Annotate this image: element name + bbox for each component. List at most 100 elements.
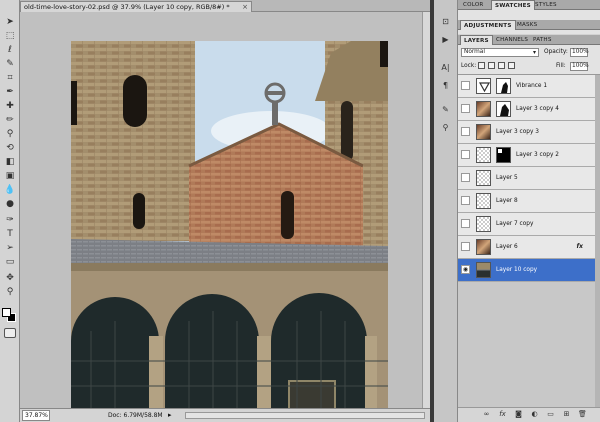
layer-mask-thumbnail[interactable]: [496, 147, 511, 163]
shape-tool-icon[interactable]: ▭: [3, 256, 17, 268]
lock-pixels-icon[interactable]: [488, 62, 495, 69]
opacity-label: Opacity:: [544, 49, 568, 55]
horizontal-scrollbar[interactable]: [185, 412, 425, 419]
layer-mask-thumbnail[interactable]: [496, 78, 511, 94]
crop-tool-icon[interactable]: ⌗: [3, 72, 17, 84]
paragraph-panel-icon[interactable]: ¶: [439, 80, 452, 92]
layer-thumbnail: [476, 101, 491, 117]
type-tool-icon[interactable]: T: [3, 228, 17, 240]
visibility-eye-icon[interactable]: [461, 196, 470, 205]
new-adjustment-icon[interactable]: ◐: [530, 410, 539, 419]
layer-name: Layer 8: [496, 198, 518, 204]
rotate-view-tool-icon[interactable]: ✥: [3, 272, 17, 284]
lock-position-icon[interactable]: [498, 62, 505, 69]
layers-scrollbar[interactable]: [595, 75, 600, 407]
pen-tool-icon[interactable]: ✑: [3, 214, 17, 226]
layer-row[interactable]: Layer 3 copy 4: [458, 98, 595, 121]
canvas-area[interactable]: [20, 12, 422, 418]
character-panel-icon[interactable]: A|: [439, 62, 452, 74]
tab-masks[interactable]: MASKS: [514, 20, 540, 30]
path-select-tool-icon[interactable]: ➢: [3, 242, 17, 254]
healing-brush-tool-icon[interactable]: ✚: [3, 100, 17, 112]
layer-name: Layer 3 copy 4: [516, 106, 559, 112]
document-tab[interactable]: old-time-love-story-02.psd @ 37.9% (Laye…: [20, 1, 252, 12]
eyedropper-tool-icon[interactable]: ✒: [3, 86, 17, 98]
tab-adjustments[interactable]: ADJUSTMENTS: [460, 20, 516, 30]
brush-tool-icon[interactable]: ✏: [3, 114, 17, 126]
layer-row[interactable]: Layer 7 copy: [458, 213, 595, 236]
actions-panel-icon[interactable]: ▶: [439, 34, 452, 46]
foreground-color-swatch[interactable]: [2, 308, 11, 317]
quick-select-tool-icon[interactable]: ✎: [3, 58, 17, 70]
zoom-tool-icon[interactable]: ⚲: [3, 286, 17, 298]
visibility-eye-icon[interactable]: [461, 219, 470, 228]
layer-style-icon[interactable]: fx: [498, 410, 507, 419]
add-mask-icon[interactable]: ◙: [514, 410, 523, 419]
move-tool-icon[interactable]: ➤: [3, 16, 17, 28]
layer-thumbnail: [476, 147, 491, 163]
layers-options: Normal ▾ Opacity: 100% Lock: Fill: 100%: [458, 45, 600, 75]
close-icon[interactable]: ×: [242, 2, 248, 12]
layer-thumbnail: [476, 193, 491, 209]
visibility-eye-icon[interactable]: [461, 173, 470, 182]
opacity-field[interactable]: 100%: [570, 48, 589, 57]
visibility-eye-icon[interactable]: [461, 150, 470, 159]
brushes-panel-icon[interactable]: ✎: [439, 104, 452, 116]
canvas-photo[interactable]: [71, 41, 388, 418]
eraser-tool-icon[interactable]: ◧: [3, 156, 17, 168]
tab-channels[interactable]: CHANNELS: [493, 35, 531, 45]
layer-name: Layer 10 copy: [496, 267, 538, 273]
link-layers-icon[interactable]: ∞: [482, 410, 491, 419]
status-menu-arrow-icon[interactable]: ▸: [168, 409, 172, 422]
history-panel-icon[interactable]: ⊡: [439, 16, 452, 28]
history-brush-tool-icon[interactable]: ⟲: [3, 142, 17, 154]
tab-layers[interactable]: LAYERS: [460, 35, 493, 45]
lasso-tool-icon[interactable]: ℓ: [3, 44, 17, 56]
visibility-eye-icon[interactable]: [461, 104, 470, 113]
zoom-level-field[interactable]: 37.87%: [22, 410, 50, 421]
layer-name: Vibrance 1: [516, 83, 548, 89]
clone-source-panel-icon[interactable]: ⚲: [439, 122, 452, 134]
gradient-tool-icon[interactable]: ▣: [3, 170, 17, 182]
tab-styles[interactable]: STYLES: [532, 0, 560, 10]
lock-all-icon[interactable]: [508, 62, 515, 69]
tab-color[interactable]: COLOR: [460, 0, 487, 10]
vertical-scrollbar[interactable]: [422, 12, 430, 408]
visibility-eye-icon[interactable]: ◉: [461, 265, 470, 274]
layer-effects-badge[interactable]: fx: [577, 243, 583, 250]
layer-thumbnail: [476, 239, 491, 255]
layer-row[interactable]: ◉ Layer 10 copy: [458, 259, 595, 282]
layer-mask-thumbnail[interactable]: [496, 101, 511, 117]
quick-mask-button[interactable]: [4, 328, 16, 338]
layer-row[interactable]: Layer 6 fx: [458, 236, 595, 259]
layer-row[interactable]: Vibrance 1: [458, 75, 595, 98]
tab-swatches[interactable]: SWATCHES: [491, 0, 535, 10]
layer-thumbnail: [476, 216, 491, 232]
visibility-eye-icon[interactable]: [461, 127, 470, 136]
visibility-eye-icon[interactable]: [461, 242, 470, 251]
blend-mode-value: Normal: [464, 49, 485, 55]
visibility-eye-icon[interactable]: [461, 81, 470, 90]
blur-tool-icon[interactable]: 💧: [3, 184, 17, 196]
adjustments-panel-tabs: ADJUSTMENTS MASKS: [458, 20, 600, 30]
layer-row[interactable]: Layer 3 copy 3: [458, 121, 595, 144]
chevron-down-icon: ▾: [532, 49, 536, 56]
marquee-tool-icon[interactable]: ⬚: [3, 30, 17, 42]
fill-field[interactable]: 100%: [570, 62, 589, 71]
dodge-tool-icon[interactable]: ●: [3, 198, 17, 210]
color-panel-tabs: COLOR SWATCHES STYLES: [458, 0, 600, 10]
lock-transparency-icon[interactable]: [478, 62, 485, 69]
document-window: old-time-love-story-02.psd @ 37.9% (Laye…: [20, 0, 430, 422]
trash-icon[interactable]: 🗑: [578, 410, 587, 419]
new-layer-icon[interactable]: ⊞: [562, 410, 571, 419]
document-tabbar: old-time-love-story-02.psd @ 37.9% (Laye…: [20, 0, 430, 12]
layer-row[interactable]: Layer 3 copy 2: [458, 144, 595, 167]
blend-mode-select[interactable]: Normal ▾: [461, 48, 539, 57]
lock-label: Lock:: [461, 63, 477, 69]
tab-paths[interactable]: PATHS: [530, 35, 555, 45]
new-group-icon[interactable]: ▭: [546, 410, 555, 419]
layer-row[interactable]: Layer 8: [458, 190, 595, 213]
doc-size-readout: Doc: 6.79M/58.8M: [108, 412, 163, 419]
clone-stamp-tool-icon[interactable]: ⚲: [3, 128, 17, 140]
layer-row[interactable]: Layer 5: [458, 167, 595, 190]
